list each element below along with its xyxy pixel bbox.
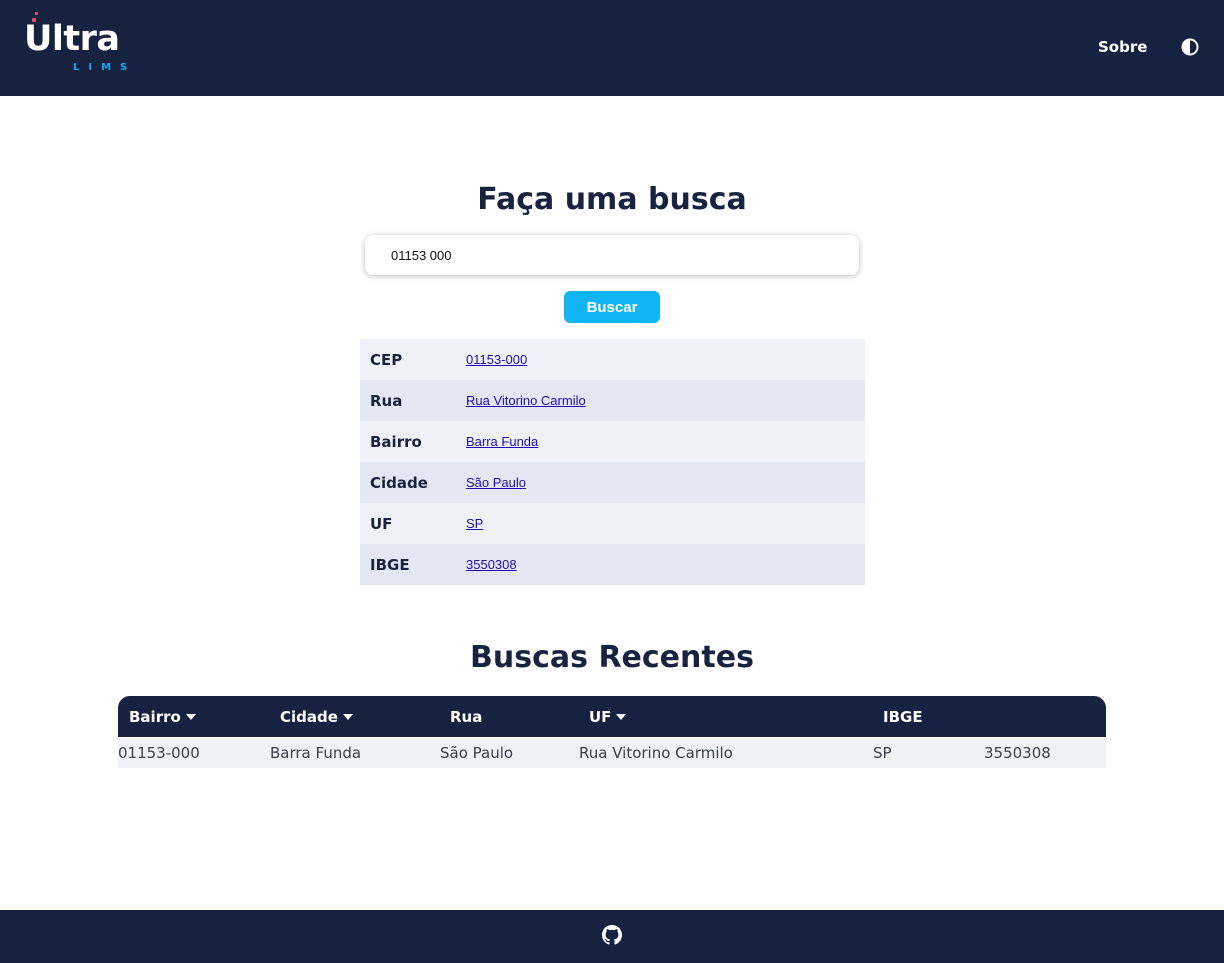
result-label: Cidade: [370, 473, 428, 492]
table-row: 01153-000 Barra Funda São Paulo Rua Vitorin…: [118, 738, 1106, 768]
result-value-link[interactable]: 3550308: [466, 557, 517, 572]
result-row-cep: CEP 01153-000: [360, 339, 865, 380]
contrast-icon[interactable]: [1181, 38, 1199, 56]
recent-searches-table: Bairro Cidade Rua UF IBGE 01153-000 Barra Fun…: [118, 696, 1106, 768]
result-label: Bairro: [370, 432, 422, 451]
column-header-label: Cidade: [280, 707, 338, 726]
table-cell: SP: [873, 744, 892, 762]
column-header-label: UF: [589, 707, 612, 726]
column-header-label: Rua: [450, 707, 483, 726]
sort-down-icon: [342, 713, 353, 720]
result-value-link[interactable]: Rua Vitorino Carmilo: [466, 393, 586, 408]
table-cell: São Paulo: [440, 744, 514, 762]
result-label: CEP: [370, 350, 403, 369]
result-value-link[interactable]: SP: [466, 516, 483, 531]
result-row-uf: UF SP: [360, 503, 865, 544]
nav-link-about[interactable]: Sobre: [1098, 38, 1147, 56]
column-header-uf[interactable]: UF: [589, 696, 627, 737]
column-header-ibge[interactable]: IBGE: [883, 696, 923, 737]
search-button[interactable]: Buscar: [564, 291, 660, 323]
github-icon[interactable]: [602, 925, 622, 945]
top-navbar: Ultra LIMS Sobre: [0, 0, 1224, 96]
result-row-cidade: Cidade São Paulo: [360, 462, 865, 503]
result-row-rua: Rua Rua Vitorino Carmilo: [360, 380, 865, 421]
footer: [0, 910, 1224, 963]
search-heading: Faça uma busca: [477, 182, 747, 217]
cep-search-input[interactable]: [365, 235, 859, 275]
table-cell: 3550308: [984, 744, 1051, 762]
result-value-link[interactable]: Barra Funda: [466, 434, 538, 449]
recent-searches-heading: Buscas Recentes: [470, 640, 754, 675]
recent-table-header: Bairro Cidade Rua UF IBGE: [118, 696, 1106, 737]
logo-subtitle: LIMS: [73, 62, 137, 73]
result-label: IBGE: [370, 555, 410, 574]
sort-down-icon: [616, 713, 627, 720]
result-value-link[interactable]: São Paulo: [466, 475, 526, 490]
recent-table-body: 01153-000 Barra Funda São Paulo Rua Vitorin…: [118, 738, 1106, 768]
column-header-rua[interactable]: Rua: [450, 696, 482, 737]
logo-wordmark: Ultra: [24, 19, 120, 59]
result-value-link[interactable]: 01153-000: [466, 352, 527, 367]
column-header-bairro[interactable]: Bairro: [129, 696, 196, 737]
result-label: Rua: [370, 391, 403, 410]
table-cell: Rua Vitorino Carmilo: [579, 744, 733, 762]
address-result-table: CEP 01153-000 Rua Rua Vitorino Carmilo Bairr…: [360, 339, 865, 585]
ultra-lims-logo[interactable]: Ultra LIMS: [24, 10, 144, 76]
result-label: UF: [370, 514, 393, 533]
table-cell: 01153-000: [118, 744, 200, 762]
column-header-cidade[interactable]: Cidade: [280, 696, 353, 737]
column-header-label: Bairro: [129, 707, 181, 726]
sort-down-icon: [185, 713, 196, 720]
table-cell: Barra Funda: [270, 744, 362, 762]
result-row-ibge: IBGE 3550308: [360, 544, 865, 585]
column-header-label: IBGE: [883, 707, 923, 726]
result-row-bairro: Bairro Barra Funda: [360, 421, 865, 462]
